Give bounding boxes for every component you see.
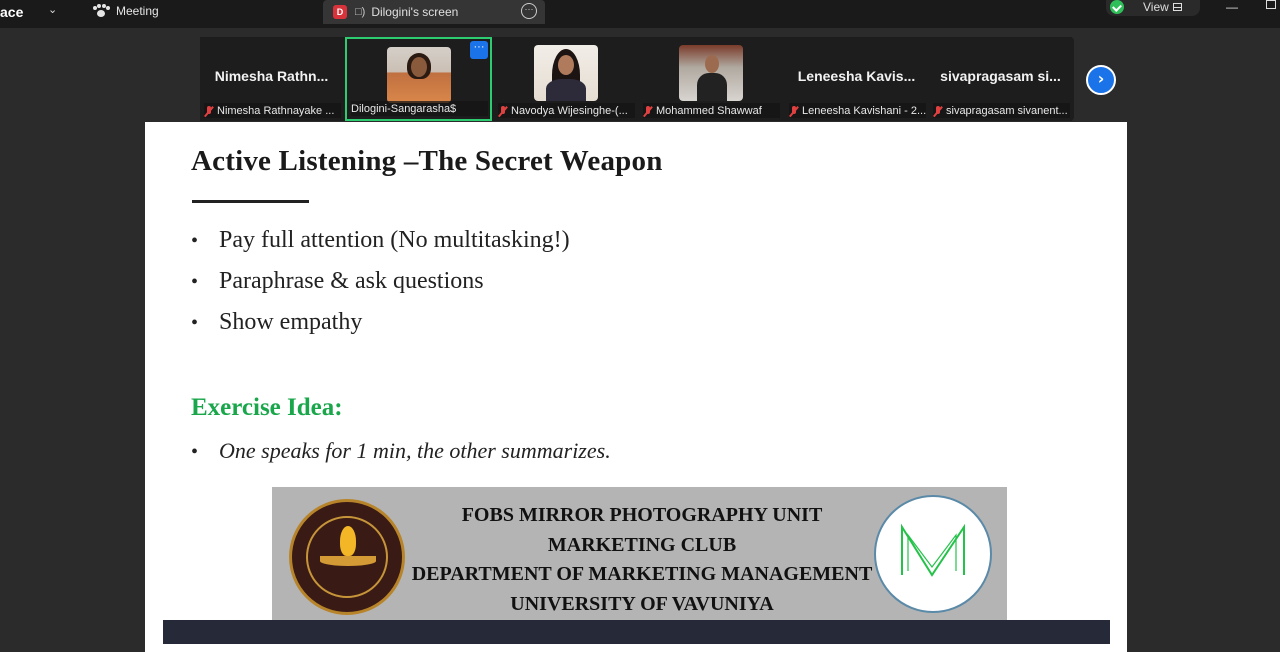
top-bar: ace ⌄ Meeting D □) Dilogini's screen ···… <box>0 0 1280 28</box>
slide-title: Active Listening –The Secret Weapon <box>191 145 663 177</box>
view-button[interactable]: View <box>1143 0 1182 14</box>
banner-line: DEPARTMENT OF MARKETING MANAGEMENT <box>411 563 873 585</box>
unit-banner: FOBS MIRROR PHOTOGRAPHY UNIT MARKETING C… <box>272 487 1007 623</box>
participant-name-bar: Nimesha Rathnayake ... <box>204 103 341 118</box>
participant-name: Mohammed Shawwaf <box>656 104 762 117</box>
participant-tile[interactable]: Navodya Wijesinghe-(... <box>494 37 637 121</box>
title-underline <box>192 200 309 203</box>
app-title-partial: ace <box>0 4 24 20</box>
participant-tile[interactable]: Mohammed Shawwaf <box>639 37 782 121</box>
banner-line: UNIVERSITY OF VAVUNIYA <box>510 592 774 615</box>
participant-video <box>387 47 451 103</box>
paw-icon <box>92 4 110 18</box>
meeting-label: Meeting <box>116 4 159 18</box>
participant-video <box>679 45 743 101</box>
mic-off-icon <box>933 105 943 117</box>
meeting-menu[interactable]: Meeting <box>92 2 159 20</box>
participant-name: sivapragasam sivanent... <box>946 104 1068 117</box>
screen-share-tab[interactable]: D □) Dilogini's screen ··· <box>323 0 545 24</box>
bullet-list: • Pay full attention (No multitasking!) •… <box>191 227 570 350</box>
mic-off-icon <box>204 105 214 117</box>
participant-video <box>534 45 598 101</box>
participant-strip: Nimesha Rathn... Nimesha Rathnayake ... … <box>200 37 1074 121</box>
mic-off-icon <box>643 105 653 117</box>
shared-screen-slide: Active Listening –The Secret Weapon • Pay… <box>145 122 1127 652</box>
chevron-right-icon[interactable]: › <box>1086 65 1116 95</box>
banner-line: FOBS MIRROR PHOTOGRAPHY UNIT <box>461 504 823 526</box>
participant-tile[interactable]: Leneesha Kavis... Leneesha Kavishani - 2… <box>785 37 928 121</box>
university-seal-logo <box>289 499 405 615</box>
club-m-logo <box>874 495 992 613</box>
slide-footer-bar <box>163 620 1110 644</box>
participant-tile[interactable]: Nimesha Rathn... Nimesha Rathnayake ... <box>200 37 343 121</box>
participant-tile-active[interactable]: ··· Dilogini-Sangarasha$ <box>345 37 492 121</box>
grid-icon <box>1172 3 1182 11</box>
banner-text: FOBS MIRROR PHOTOGRAPHY UNIT MARKETING C… <box>407 501 877 619</box>
bullet-text: Paraphrase & ask questions <box>219 268 484 294</box>
bullet-item: • Paraphrase & ask questions <box>191 268 484 294</box>
screen-share-label: Dilogini's screen <box>371 5 459 19</box>
participant-name: Navodya Wijesinghe-(... <box>511 104 628 117</box>
chevron-down-icon[interactable]: ⌄ <box>48 3 57 16</box>
more-icon[interactable]: ··· <box>470 41 488 59</box>
participant-name-bar: Leneesha Kavishani - 2... <box>789 103 926 118</box>
bullet-item: • Show empathy <box>191 309 363 335</box>
shield-check-icon <box>1110 0 1124 14</box>
presenter-initial-badge: D <box>333 5 347 19</box>
participant-name: Dilogini-Sangarasha$ <box>351 102 457 115</box>
participant-name-bar: Dilogini-Sangarasha$ <box>351 101 488 116</box>
minimize-icon[interactable]: — <box>1226 0 1238 14</box>
participant-name-bar: Mohammed Shawwaf <box>643 103 780 118</box>
mic-off-icon <box>789 105 799 117</box>
participant-big-name: sivapragasam si... <box>940 68 1061 84</box>
participant-big-name: Nimesha Rathn... <box>214 68 329 84</box>
participant-name-bar: Navodya Wijesinghe-(... <box>498 103 635 118</box>
participant-name-bar: sivapragasam sivanent... <box>933 103 1070 118</box>
speaker-icon: □) <box>355 6 366 18</box>
restore-icon[interactable] <box>1266 0 1276 9</box>
m-logo-mark <box>901 523 965 577</box>
participant-name: Leneesha Kavishani - 2... <box>802 104 926 117</box>
mic-off-icon <box>498 105 508 117</box>
exercise-text: One speaks for 1 min, the other summariz… <box>219 438 611 463</box>
more-icon[interactable]: ··· <box>521 3 537 19</box>
banner-line: MARKETING CLUB <box>547 533 737 556</box>
participant-big-name: Leneesha Kavis... <box>797 68 916 84</box>
exercise-heading: Exercise Idea: <box>191 394 343 421</box>
exercise-item: • One speaks for 1 min, the other summar… <box>191 438 611 466</box>
participant-name: Nimesha Rathnayake ... <box>217 104 335 117</box>
participant-tile[interactable]: sivapragasam si... sivapragasam sivanent… <box>929 37 1072 121</box>
bullet-text: Pay full attention (No multitasking!) <box>219 227 570 253</box>
bullet-text: Show empathy <box>219 309 363 335</box>
bullet-item: • Pay full attention (No multitasking!) <box>191 227 570 253</box>
view-label: View <box>1143 0 1169 14</box>
